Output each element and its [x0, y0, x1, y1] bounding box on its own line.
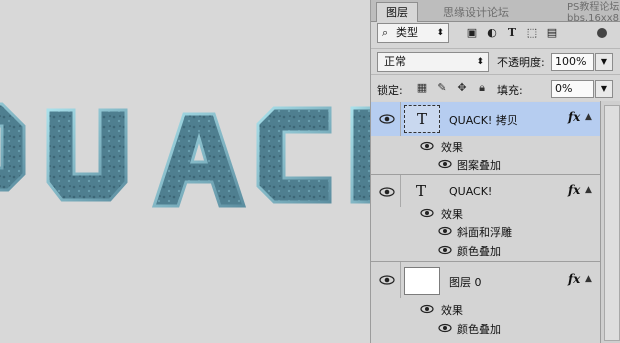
layer-thumbnail[interactable]: [404, 267, 440, 295]
eye-icon[interactable]: [437, 320, 453, 336]
text-layer-icon: T: [416, 110, 427, 128]
effects-label: 效果: [441, 304, 463, 317]
layer-thumbnail-glyph: [405, 268, 439, 294]
eye-icon[interactable]: [419, 138, 435, 154]
layer-row-quack-copy[interactable]: T QUACK! 拷贝 fx ▲: [371, 102, 600, 136]
effect-name: 图案叠加: [457, 159, 501, 172]
divider: [400, 262, 401, 298]
chevron-down-icon: ⬍: [476, 57, 484, 67]
lock-position-icon[interactable]: ✥: [455, 81, 469, 95]
tab-layers[interactable]: 图层: [376, 2, 418, 22]
effects-label: 效果: [441, 208, 463, 221]
chevron-down-icon: ⬍: [436, 28, 444, 38]
divider: [400, 102, 401, 136]
eye-icon[interactable]: [437, 223, 453, 239]
layer-name[interactable]: QUACK!: [449, 185, 492, 198]
fx-icon[interactable]: fx: [568, 272, 580, 286]
effect-item-row[interactable]: 颜色叠加: [371, 319, 600, 337]
layer-thumbnail[interactable]: T: [404, 178, 438, 204]
expand-triangle-icon[interactable]: ▲: [585, 185, 592, 195]
blend-row: 正常 ⬍ 不透明度: 100% ▼: [371, 48, 620, 73]
text-layer-icon: T: [415, 182, 426, 200]
expand-triangle-icon[interactable]: ▲: [585, 274, 592, 284]
eye-icon[interactable]: [437, 156, 453, 172]
scrollbar-thumb[interactable]: [604, 105, 620, 341]
filter-row: ⌕ 类型 ⬍ ▣ ◐ T ⬚ ▤: [371, 22, 620, 46]
eye-icon[interactable]: [437, 242, 453, 258]
effect-item-row[interactable]: 斜面和浮雕: [371, 222, 600, 240]
opacity-label: 不透明度:: [497, 56, 545, 69]
lock-label: 锁定:: [377, 84, 403, 97]
image-filter-icon[interactable]: ▣: [465, 26, 479, 40]
eye-icon[interactable]: [379, 111, 395, 127]
effect-item-row[interactable]: 颜色叠加: [371, 241, 600, 259]
fx-icon[interactable]: fx: [568, 183, 580, 197]
type-filter-icon[interactable]: T: [505, 26, 519, 40]
effect-name: 颜色叠加: [457, 245, 501, 258]
effect-name: 斜面和浮雕: [457, 226, 512, 239]
blend-mode-dropdown[interactable]: 正常 ⬍: [377, 52, 489, 72]
eye-icon[interactable]: [379, 184, 395, 200]
effects-label: 效果: [441, 141, 463, 154]
effects-row[interactable]: 效果: [371, 300, 600, 318]
filter-kind-label: 类型: [396, 26, 418, 39]
effects-row[interactable]: 效果: [371, 137, 600, 155]
watermark-text-2: PS教程论坛 bbs.16xx8.com: [567, 2, 620, 24]
fill-label: 填充:: [497, 84, 523, 97]
fill-dropdown-button[interactable]: ▼: [595, 80, 613, 98]
adjustment-filter-icon[interactable]: ◐: [485, 26, 499, 40]
lock-all-icon[interactable]: 🔒︎: [475, 81, 489, 95]
eye-icon[interactable]: [379, 272, 395, 288]
effects-row[interactable]: 效果: [371, 204, 600, 222]
effect-item-row[interactable]: 图案叠加: [371, 155, 600, 173]
fill-input[interactable]: 0%: [551, 80, 594, 98]
divider: [400, 175, 401, 207]
lock-row: 锁定: ▦ ✎ ✥ 🔒︎ 填充: 0% ▼: [371, 74, 620, 102]
filter-kind-dropdown[interactable]: ⌕ 类型 ⬍: [377, 23, 449, 43]
eye-icon[interactable]: [419, 301, 435, 317]
layer-thumbnail[interactable]: T: [404, 105, 440, 133]
document-canvas[interactable]: [0, 0, 370, 343]
layer-row-layer-0[interactable]: 图层 0 fx ▲: [371, 262, 600, 298]
layers-panel: 图层 思缘设计论坛 PS教程论坛 bbs.16xx8.com ⌕ 类型 ⬍ ▣ …: [370, 0, 620, 343]
opacity-dropdown-button[interactable]: ▼: [595, 53, 613, 71]
shape-filter-icon[interactable]: ⬚: [525, 26, 539, 40]
expand-triangle-icon[interactable]: ▲: [585, 112, 592, 122]
layers-scrollbar[interactable]: [600, 101, 620, 343]
eye-icon[interactable]: [419, 205, 435, 221]
layer-name[interactable]: 图层 0: [449, 274, 482, 290]
quack-text-art: [0, 102, 370, 208]
smart-object-filter-icon[interactable]: ▤: [545, 26, 559, 40]
search-icon: ⌕: [382, 26, 389, 39]
watermark-text: 思缘设计论坛: [443, 6, 509, 19]
layer-row-quack[interactable]: T QUACK! fx ▲: [371, 175, 600, 207]
layers-list: T QUACK! 拷贝 fx ▲ 效果 图案叠加 T QUACK! fx ▲ 效…: [371, 101, 600, 343]
opacity-input[interactable]: 100%: [551, 53, 594, 71]
lock-transparent-icon[interactable]: ▦: [415, 81, 429, 95]
lock-paint-icon[interactable]: ✎: [435, 81, 449, 95]
layer-name[interactable]: QUACK! 拷贝: [449, 112, 518, 128]
effect-name: 颜色叠加: [457, 323, 501, 336]
filter-toggle-icon[interactable]: [597, 28, 607, 38]
fx-icon[interactable]: fx: [568, 110, 580, 124]
watermark-line-1: PS教程论坛: [567, 2, 620, 13]
blend-mode-value: 正常: [384, 55, 406, 68]
